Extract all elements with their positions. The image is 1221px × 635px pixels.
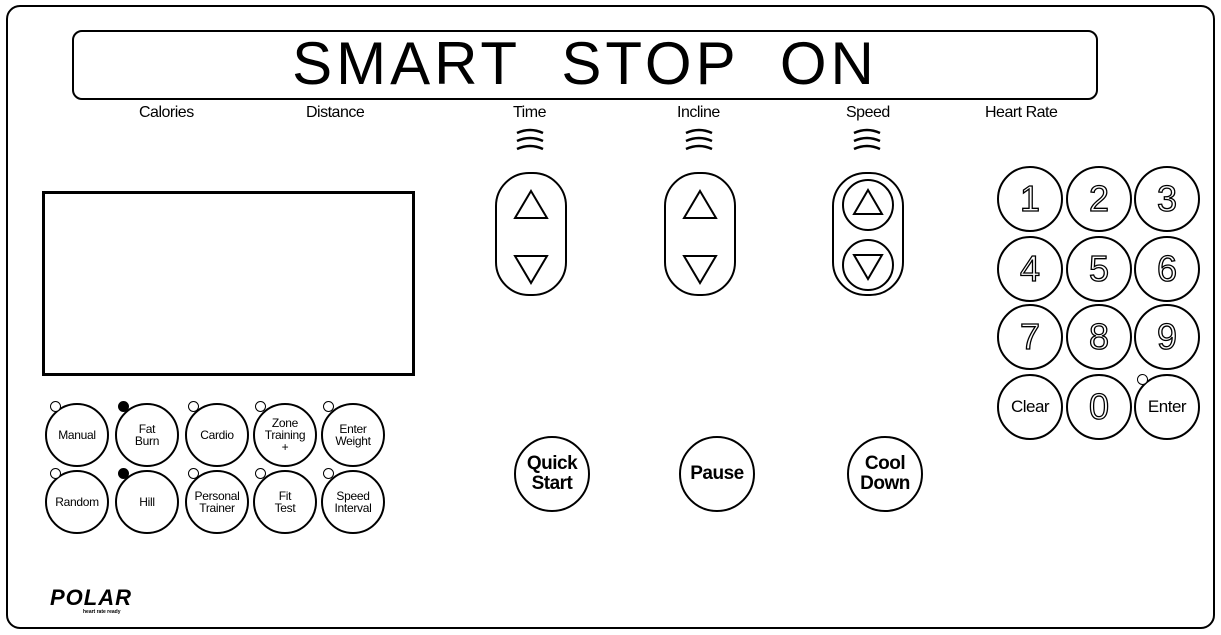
cardio-led [188, 401, 199, 412]
key-3-button[interactable]: 3 [1134, 166, 1200, 232]
time-indicator-icon [516, 128, 544, 151]
speed-control [832, 172, 904, 296]
key-1-button[interactable]: 1 [997, 166, 1063, 232]
fat-burn-led [118, 401, 129, 412]
enter-weight-led [323, 401, 334, 412]
key-2-button[interactable]: 2 [1066, 166, 1132, 232]
manual-button[interactable]: Manual [45, 403, 109, 467]
lcd-window [42, 191, 415, 376]
pause-button[interactable]: Pause [679, 436, 755, 512]
incline-label: Incline [677, 104, 720, 121]
speed-interval-led [323, 468, 334, 479]
personal-trainer-led [188, 468, 199, 479]
fit-test-button[interactable]: Fit Test [253, 470, 317, 534]
key-9-button[interactable]: 9 [1134, 304, 1200, 370]
key-0-button[interactable]: 0 [1066, 374, 1132, 440]
cardio-button[interactable]: Cardio [185, 403, 249, 467]
incline-indicator-icon [685, 128, 713, 151]
key-6-button[interactable]: 6 [1134, 236, 1200, 302]
cool-down-button[interactable]: Cool Down [847, 436, 923, 512]
incline-control [664, 172, 736, 296]
enter-weight-button[interactable]: Enter Weight [321, 403, 385, 467]
key-4-button[interactable]: 4 [997, 236, 1063, 302]
time-control [495, 172, 567, 296]
key-7-button[interactable]: 7 [997, 304, 1063, 370]
time-label: Time [513, 104, 546, 121]
incline-down-icon[interactable] [681, 252, 719, 286]
polar-logo: POLAR [50, 585, 132, 610]
time-up-icon[interactable] [512, 188, 550, 222]
zone-training-led [255, 401, 266, 412]
key-5-button[interactable]: 5 [1066, 236, 1132, 302]
incline-up-icon[interactable] [681, 188, 719, 222]
fat-burn-button[interactable]: Fat Burn [115, 403, 179, 467]
quick-start-button[interactable]: Quick Start [514, 436, 590, 512]
polar-tagline: heart rate ready [83, 609, 121, 615]
time-down-icon[interactable] [512, 252, 550, 286]
key-8-button[interactable]: 8 [1066, 304, 1132, 370]
speed-interval-button[interactable]: Speed Interval [321, 470, 385, 534]
hill-button[interactable]: Hill [115, 470, 179, 534]
heart-rate-label: Heart Rate [985, 104, 1058, 121]
hill-led [118, 468, 129, 479]
speed-up-icon[interactable] [839, 178, 897, 232]
manual-led [50, 401, 61, 412]
enter-led [1137, 374, 1148, 385]
random-button[interactable]: Random [45, 470, 109, 534]
clear-button[interactable]: Clear [997, 374, 1063, 440]
speed-down-icon[interactable] [839, 238, 897, 292]
zone-training-button[interactable]: Zone Training + [253, 403, 317, 467]
message-display: SMART STOP ON [72, 30, 1098, 100]
speed-indicator-icon [853, 128, 881, 151]
personal-trainer-button[interactable]: Personal Trainer [185, 470, 249, 534]
random-led [50, 468, 61, 479]
calories-label: Calories [139, 104, 194, 121]
distance-label: Distance [306, 104, 365, 121]
fit-test-led [255, 468, 266, 479]
speed-label: Speed [846, 104, 890, 121]
